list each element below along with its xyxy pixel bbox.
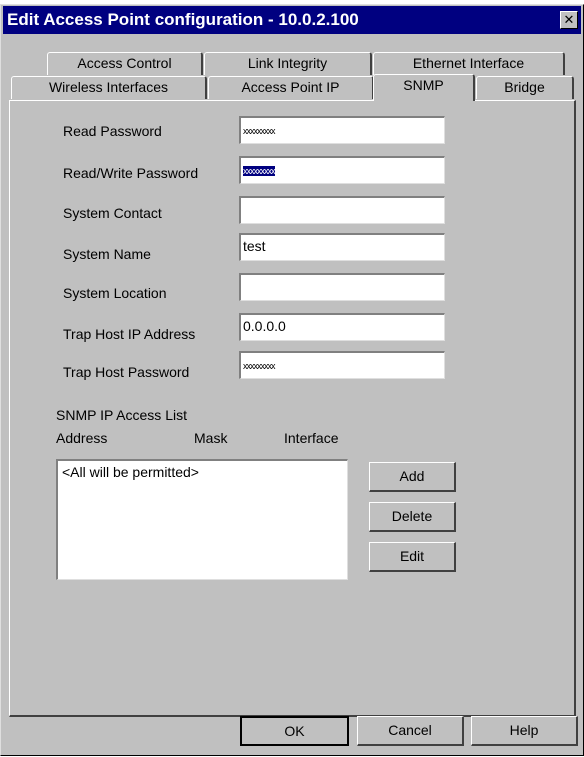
system-name-label: System Name: [63, 246, 151, 262]
column-interface: Interface: [284, 430, 339, 446]
access-list-box[interactable]: <All will be permitted>: [56, 459, 348, 580]
list-item[interactable]: <All will be permitted>: [62, 464, 343, 480]
system-name-field[interactable]: test: [239, 233, 445, 261]
trap-host-password-label: Trap Host Password: [63, 364, 190, 380]
trap-host-ip-label: Trap Host IP Address: [63, 326, 196, 342]
read-password-field[interactable]: xxxxxxxxx: [239, 116, 445, 144]
edit-button[interactable]: Edit: [369, 542, 456, 572]
column-mask: Mask: [194, 430, 228, 446]
add-button[interactable]: Add: [369, 462, 456, 492]
rw-password-field[interactable]: xxxxxxxxx: [239, 156, 445, 184]
read-password-label: Read Password: [63, 123, 162, 139]
trap-host-password-field[interactable]: xxxxxxxxx: [239, 351, 445, 379]
trap-host-ip-field[interactable]: 0.0.0.0: [239, 313, 445, 341]
system-contact-label: System Contact: [63, 205, 162, 221]
access-list-title: SNMP IP Access List: [56, 407, 187, 423]
system-location-field[interactable]: [239, 273, 445, 301]
system-location-label: System Location: [63, 285, 167, 301]
help-button[interactable]: Help: [471, 716, 578, 746]
cancel-button[interactable]: Cancel: [357, 716, 464, 746]
delete-button[interactable]: Delete: [369, 502, 456, 532]
tab-snmp[interactable]: SNMP: [373, 74, 475, 101]
ok-button[interactable]: OK: [240, 716, 349, 746]
system-contact-field[interactable]: [239, 196, 445, 224]
rw-password-label: Read/Write Password: [63, 165, 199, 181]
column-address: Address: [56, 430, 108, 446]
dialog-window: Edit Access Point configuration - 10.0.2…: [0, 4, 584, 756]
